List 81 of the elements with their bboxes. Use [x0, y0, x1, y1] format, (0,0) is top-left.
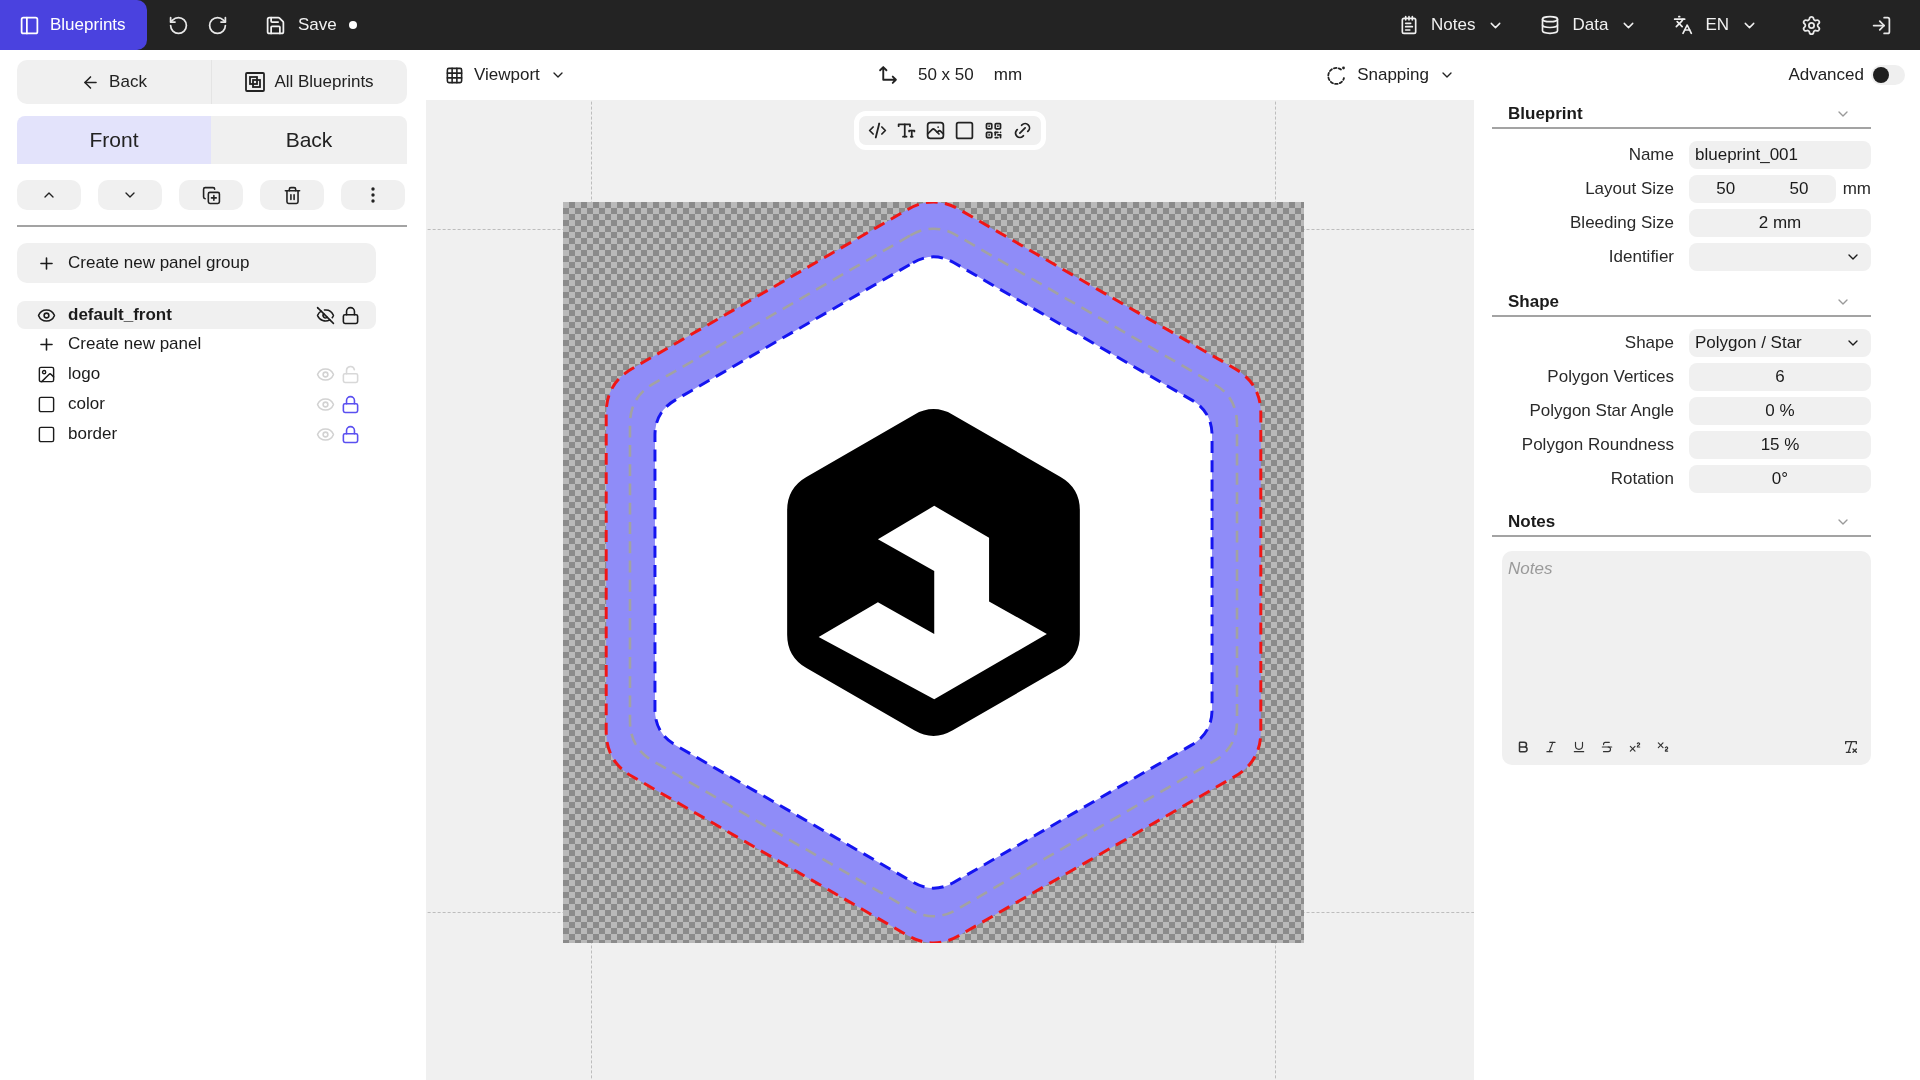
bold-icon[interactable] [1516, 740, 1530, 754]
duplicate-icon [201, 185, 221, 205]
snapping-button[interactable]: Snapping [1327, 65, 1455, 85]
field-label: Polygon Star Angle [1528, 401, 1674, 421]
notes-editor[interactable]: Notes [1502, 551, 1871, 765]
field-label: Polygon Vertices [1546, 367, 1674, 387]
undo-icon [167, 14, 189, 36]
save-icon [265, 14, 286, 36]
underline-icon[interactable] [1572, 740, 1586, 754]
settings-icon [1800, 14, 1822, 36]
field-label: Layout Size [1584, 179, 1674, 199]
field-label: Bleeding Size [1569, 213, 1674, 233]
create-panel-button[interactable]: Create new panel [17, 329, 376, 359]
lock-icon[interactable] [341, 305, 360, 325]
stacked-squares-icon [245, 72, 266, 92]
square-icon [37, 424, 56, 444]
menu-button[interactable]: Notes [1399, 15, 1505, 35]
login-icon [1870, 14, 1892, 36]
superscript-icon[interactable] [1628, 740, 1642, 754]
size-readout: 50 x 50 [917, 65, 974, 85]
square-icon [37, 394, 56, 414]
trash-icon [282, 185, 302, 205]
delete-button[interactable] [260, 180, 324, 210]
nav-button[interactable]: Back [17, 60, 211, 104]
sidebar-icon [19, 14, 40, 36]
field-label: Rotation [1609, 469, 1674, 489]
side-tab[interactable]: Back [211, 116, 407, 164]
code-icon[interactable] [867, 120, 888, 141]
subscript-icon[interactable] [1656, 740, 1670, 754]
grid-icon [445, 65, 464, 85]
field-label: Name [1627, 145, 1674, 165]
field-label: Shape [1623, 333, 1674, 353]
notes-field[interactable]: Notes [1506, 557, 1859, 735]
eye-off-icon[interactable] [316, 305, 335, 325]
unit-label: mm [1842, 179, 1871, 199]
database-icon [1540, 15, 1561, 35]
layer-name[interactable]: logo [68, 364, 101, 384]
toggle-label: Advanced [1788, 65, 1864, 85]
unit-label: mm [993, 65, 1023, 85]
layer-name[interactable]: color [68, 394, 105, 414]
save-button[interactable]: Save [265, 14, 357, 36]
group-name: default_front [68, 305, 172, 325]
dropdown-field[interactable] [1689, 243, 1871, 271]
blueprints-button[interactable]: Blueprints [0, 0, 147, 50]
side-tab[interactable]: Front [17, 116, 211, 164]
viewport-button[interactable]: Viewport [445, 65, 566, 85]
field-label: Polygon Roundness [1520, 435, 1674, 455]
italic-icon[interactable] [1544, 740, 1558, 754]
duplicate-button[interactable] [179, 180, 243, 210]
dropdown-field[interactable]: Polygon / Star [1689, 329, 1871, 357]
layer-group-row[interactable]: default_front [17, 301, 376, 329]
number-field[interactable]: 50 [1762, 175, 1836, 203]
section-header[interactable]: Shape [1492, 288, 1871, 317]
redo-icon [206, 14, 228, 36]
translate-icon [1673, 15, 1694, 35]
number-field[interactable]: 0° [1689, 465, 1871, 493]
strikethrough-icon[interactable] [1600, 740, 1614, 754]
dashed-arc-icon [1327, 65, 1348, 85]
number-field[interactable]: 50 [1689, 175, 1763, 203]
section-header[interactable]: Notes [1492, 508, 1871, 537]
create-group-button[interactable]: Create new panel group [17, 243, 376, 283]
more-icon [371, 187, 375, 203]
number-field[interactable]: 0 % [1689, 397, 1871, 425]
layer-name[interactable]: border [68, 424, 118, 444]
text-field[interactable]: blueprint_001 [1689, 141, 1871, 169]
image-icon [37, 364, 56, 384]
qr-code-icon[interactable] [983, 120, 1004, 141]
number-field[interactable]: 15 % [1689, 431, 1871, 459]
section-header[interactable]: Blueprint [1492, 100, 1871, 129]
link-icon[interactable] [1012, 120, 1033, 141]
field-label: Identifier [1607, 247, 1674, 267]
number-field[interactable]: 6 [1689, 363, 1871, 391]
advanced-toggle[interactable] [1871, 65, 1905, 85]
image-icon[interactable] [925, 120, 946, 141]
clear-format-icon[interactable] [1843, 739, 1859, 755]
menu-button[interactable]: EN [1673, 15, 1758, 35]
number-field[interactable]: 2 mm [1689, 209, 1871, 237]
axes-icon [877, 65, 898, 85]
notepad-icon [1399, 15, 1420, 35]
nav-button[interactable]: All Blueprints [211, 60, 407, 104]
menu-button[interactable]: Data [1540, 15, 1638, 35]
